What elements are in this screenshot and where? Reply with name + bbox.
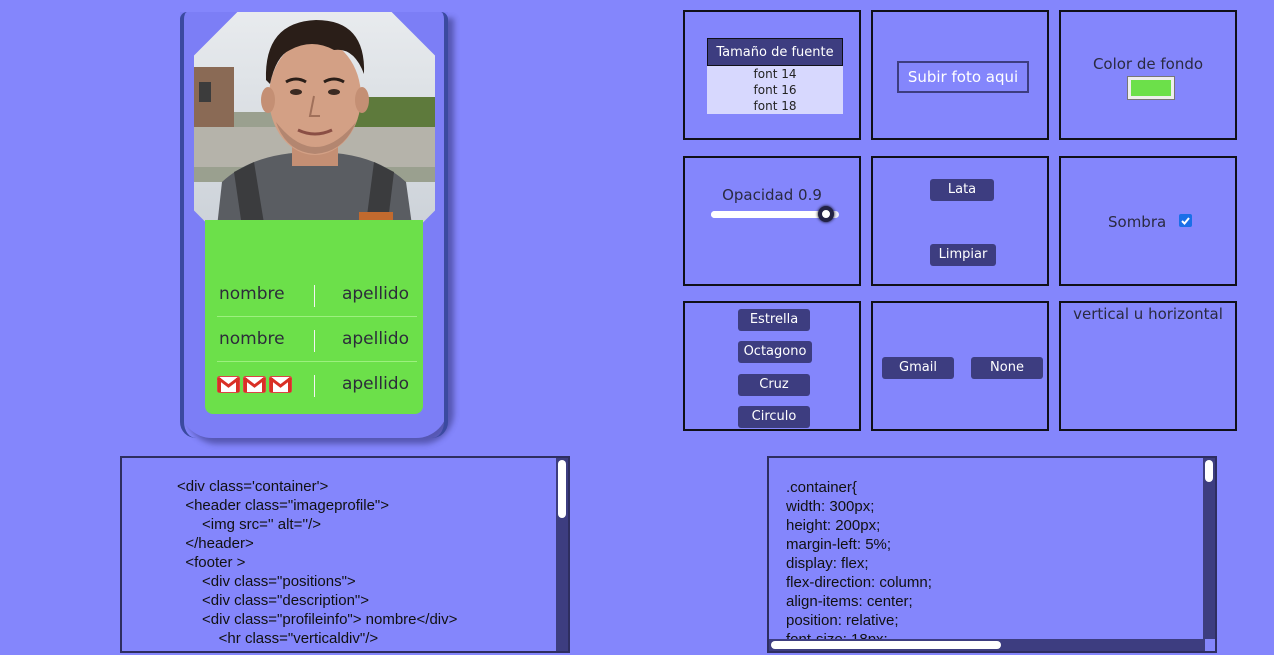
- font-size-select-label[interactable]: Tamaño de fuente: [707, 38, 843, 66]
- opacity-slider-fill: [711, 211, 827, 218]
- font-size-options[interactable]: font 14 font 16 font 18: [707, 66, 843, 114]
- icon-choice-box: Gmail None: [871, 301, 1049, 431]
- orientation-label[interactable]: vertical u horizontal: [1061, 305, 1235, 323]
- code-line: height: 200px;: [786, 517, 881, 534]
- vertical-scrollbar[interactable]: [556, 458, 568, 651]
- scrollbar-thumb[interactable]: [558, 460, 566, 518]
- lata-box: Lata Limpiar: [871, 156, 1049, 286]
- background-color-picker[interactable]: [1127, 76, 1175, 100]
- background-color-box: Color de fondo: [1059, 10, 1237, 140]
- font-size-select[interactable]: Tamaño de fuente font 14 font 16 font 18: [707, 38, 843, 114]
- vertical-divider: [314, 330, 315, 352]
- info-row: nombre apellido: [205, 317, 423, 362]
- info-row: nombre apellido: [205, 272, 423, 317]
- horizontal-scrollbar[interactable]: [769, 639, 1205, 651]
- shadow-box: Sombra: [1059, 156, 1237, 286]
- code-line: <div class="positions">: [177, 573, 356, 590]
- card-border-left: [180, 12, 196, 438]
- vertical-divider: [314, 375, 315, 397]
- opacity-slider-thumb[interactable]: [818, 206, 835, 222]
- last-name-label: apellido: [341, 284, 409, 304]
- vertical-divider: [314, 285, 315, 307]
- code-line: <div class="description">: [177, 592, 369, 609]
- opacity-box: Opacidad 0.9: [683, 156, 861, 286]
- scrollbar-thumb[interactable]: [1205, 460, 1213, 482]
- circle-button[interactable]: Circulo: [738, 406, 810, 428]
- vertical-scrollbar[interactable]: [1203, 458, 1215, 639]
- color-swatch-fill: [1131, 80, 1171, 96]
- code-line: <div class='container'>: [177, 478, 329, 495]
- gmail-icon: [217, 376, 240, 393]
- lata-button[interactable]: Lata: [930, 179, 994, 201]
- last-name-label: apellido: [341, 374, 409, 394]
- shadow-label: Sombra: [1108, 213, 1167, 231]
- shape-box: Estrella Octagono Cruz Circulo: [683, 301, 861, 431]
- css-code-pane[interactable]: .container{ width: 300px; height: 200px;…: [767, 456, 1217, 653]
- cross-button[interactable]: Cruz: [738, 374, 810, 396]
- star-button[interactable]: Estrella: [738, 309, 810, 331]
- clear-button[interactable]: Limpiar: [930, 244, 996, 266]
- opacity-label: Opacidad 0.9: [722, 186, 822, 204]
- gmail-icons: [217, 376, 292, 393]
- code-line: display: flex;: [786, 555, 869, 572]
- opacity-slider[interactable]: [711, 206, 839, 222]
- upload-photo-button[interactable]: Subir foto aqui: [897, 61, 1029, 93]
- code-line: margin-left: 5%;: [786, 536, 892, 553]
- profile-card: nombre apellido nombre apellido apellido: [180, 12, 448, 438]
- first-name-label: nombre: [219, 329, 285, 349]
- code-line: <header class="imageprofile">: [177, 497, 390, 514]
- gmail-icon: [243, 376, 266, 393]
- shadow-checkbox[interactable]: [1179, 214, 1192, 227]
- gmail-button[interactable]: Gmail: [882, 357, 954, 379]
- info-row: apellido: [205, 362, 423, 406]
- none-button[interactable]: None: [971, 357, 1043, 379]
- code-line: position: relative;: [786, 612, 899, 629]
- font-option-16[interactable]: font 16: [707, 82, 843, 98]
- code-line: <hr class="verticaldiv"/>: [177, 630, 379, 647]
- code-line: <img src='' alt=''/>: [177, 516, 322, 533]
- font-option-18[interactable]: font 18: [707, 98, 843, 114]
- last-name-label: apellido: [341, 329, 409, 349]
- code-line: </header>: [177, 535, 254, 552]
- profile-photo: [194, 12, 435, 254]
- gmail-icon: [269, 376, 292, 393]
- octagon-button[interactable]: Octagono: [738, 341, 812, 363]
- code-line: .container{: [786, 479, 857, 496]
- code-line: <div class="profileinfo"> nombre</div>: [177, 611, 458, 628]
- upload-box: Subir foto aqui: [871, 10, 1049, 140]
- font-option-14[interactable]: font 14: [707, 66, 843, 82]
- profile-info-panel: nombre apellido nombre apellido apellido: [205, 220, 423, 414]
- first-name-label: nombre: [219, 284, 285, 304]
- code-line: align-items: center;: [786, 593, 913, 610]
- scrollbar-thumb[interactable]: [771, 641, 1001, 649]
- code-line: flex-direction: column;: [786, 574, 932, 591]
- orientation-box: vertical u horizontal: [1059, 301, 1237, 431]
- code-line: <footer >: [177, 554, 246, 571]
- background-color-label: Color de fondo: [1092, 55, 1204, 73]
- html-code-pane[interactable]: <div class='container'> <header class="i…: [120, 456, 570, 653]
- code-line: width: 300px;: [786, 498, 875, 515]
- font-size-box: Tamaño de fuente font 14 font 16 font 18: [683, 10, 861, 140]
